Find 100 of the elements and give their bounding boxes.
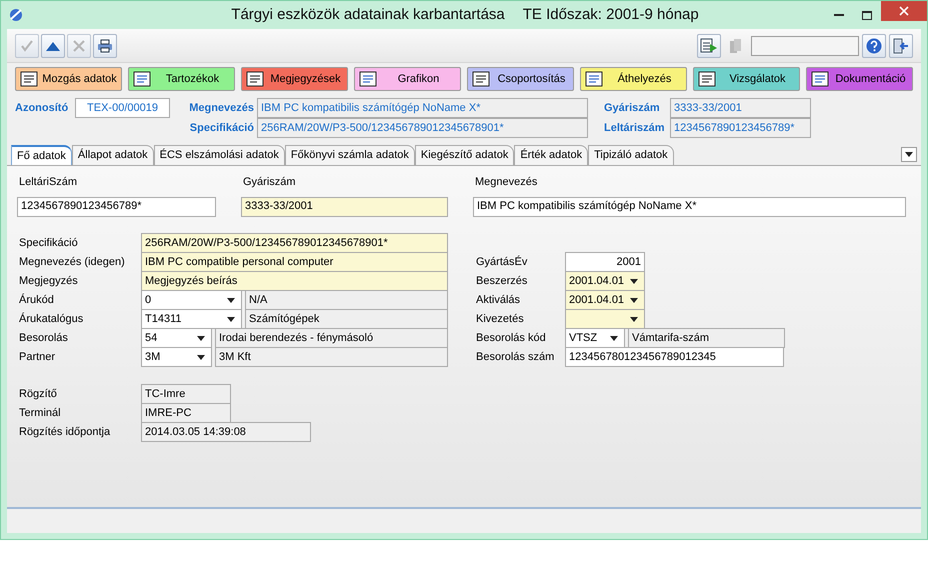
input-field[interactable]: Irodai berendezés - fénymásoló [215, 328, 448, 348]
input-field[interactable]: 2014.03.05 14:39:08 [141, 422, 311, 442]
action-button[interactable]: Áthelyezés [580, 67, 687, 91]
document-icon [472, 71, 490, 87]
document-icon [133, 71, 151, 87]
action-button[interactable]: Tartozékok [128, 67, 235, 91]
document-icon [698, 71, 716, 87]
tab[interactable]: Tipizáló adatok [588, 145, 674, 165]
field-label: LeltáriSzám [18, 175, 78, 190]
app-logo-icon [7, 7, 25, 23]
field-label: Megnevezés (idegen) [19, 254, 126, 270]
check-icon [20, 38, 34, 52]
field-label: Megnevezés [188, 100, 254, 116]
field-label: Specifikáció [19, 236, 79, 251]
input-field[interactable]: 1234567890123456789* [17, 196, 216, 216]
tab[interactable]: Érték adatok [514, 145, 588, 165]
input-field[interactable]: TC-Imre [141, 384, 231, 404]
field-label: Besorolás szám [476, 350, 556, 365]
action-button[interactable]: Mozgás adatok [15, 67, 122, 91]
tab[interactable]: Kiegészítő adatok [414, 145, 514, 165]
field-label: Besorolás kód [476, 330, 547, 346]
caret-icon [227, 316, 235, 322]
input-field[interactable]: 3333-33/2001 [241, 196, 448, 216]
action-button[interactable]: Vizsgálatok [693, 67, 800, 91]
tab-menu-button[interactable] [901, 147, 917, 162]
caret-icon [197, 354, 205, 360]
field-label: Kivezetés [476, 312, 525, 327]
dropdown-field[interactable]: 2001.04.01 [565, 290, 645, 310]
field-label: Rögzítő [19, 386, 58, 402]
input-field[interactable]: 2001 [565, 252, 645, 272]
toolbar-button[interactable] [697, 34, 721, 58]
field-label: Leltáriszám [604, 120, 666, 136]
toolbar-button[interactable] [41, 34, 65, 58]
exit-door-icon [893, 38, 909, 54]
caret-icon [630, 298, 638, 302]
caret-icon [610, 336, 618, 340]
input-field[interactable]: 123456780123456789012345 [565, 347, 784, 367]
close-icon [899, 6, 909, 16]
input-field[interactable]: 3M Kft [215, 347, 448, 367]
input-field[interactable]: Megjegyzés beírás [141, 271, 448, 291]
help-icon [866, 38, 882, 54]
field-label: Árukatalógus [19, 312, 84, 327]
field-label: Gyáriszám [604, 100, 661, 116]
display-field: 3333-33/2001 [670, 98, 811, 118]
dropdown-field[interactable]: 3M [141, 347, 212, 367]
input-field[interactable]: N/A [245, 290, 448, 310]
field-label: Gyáriszám [242, 175, 297, 190]
toolbar-button[interactable] [862, 34, 886, 58]
caret-icon [905, 152, 913, 157]
action-button[interactable]: Megjegyzések [241, 67, 348, 91]
caret-icon [630, 316, 638, 322]
action-button[interactable]: Csoportosítás [467, 67, 574, 91]
search-field[interactable] [751, 36, 859, 56]
triangle-up-icon [46, 40, 60, 50]
dropdown-field[interactable]: 54 [141, 328, 212, 348]
toolbar-button[interactable] [889, 34, 913, 58]
dropdown-field[interactable]: T14311 [141, 309, 242, 329]
document-icon [20, 71, 38, 87]
action-button[interactable]: Grafikon [354, 67, 461, 91]
table-arrow-icon [700, 38, 718, 54]
document-icon [585, 71, 603, 87]
close-icon [73, 40, 85, 52]
toolbar-button[interactable] [93, 34, 117, 58]
dropdown-field[interactable]: 2001.04.01 [565, 271, 645, 291]
field-label: Specifikáció [188, 120, 254, 136]
input-field[interactable]: Számítógépek [245, 309, 448, 329]
field-label: Aktiválás [476, 292, 522, 308]
tab[interactable]: Állapot adatok [72, 145, 154, 165]
input-field[interactable]: IBM PC kompatibilis számítógép NoName X* [473, 196, 906, 216]
field-label: Partner [19, 350, 56, 365]
input-field[interactable]: Vámtarifa-szám [628, 328, 785, 348]
field-label: Besorolás [19, 330, 69, 346]
caret-icon [197, 336, 205, 340]
field-label: Megnevezés [474, 175, 538, 190]
close-button[interactable] [881, 1, 927, 21]
document-icon [811, 71, 829, 87]
display-field: IBM PC kompatibilis számítógép NoName X* [257, 98, 588, 118]
minimize-icon [834, 14, 844, 16]
field-label: Árukód [19, 292, 55, 308]
tab[interactable]: Főkönyvi számla adatok [284, 145, 415, 165]
pages-icon [729, 38, 743, 54]
field-label: Beszerzés [476, 274, 528, 289]
tab[interactable]: ÉCS elszámolási adatok [154, 145, 285, 165]
field-label: Rögzítés időpontja [19, 424, 112, 440]
field-label: Azonosító [15, 101, 70, 116]
tab[interactable]: Fő adatok [11, 145, 72, 165]
input-field[interactable]: 256RAM/20W/P3-500/123456789012345678901* [141, 233, 448, 253]
dropdown-field[interactable]: VTSZ [565, 328, 625, 348]
action-button[interactable]: Dokumentáció [806, 67, 913, 91]
dropdown-field[interactable]: 0 [141, 290, 242, 310]
input-field[interactable]: IBM PC compatible personal computer [141, 252, 448, 272]
maximize-icon [862, 10, 872, 20]
display-field: 1234567890123456789* [670, 118, 811, 138]
document-icon [359, 71, 377, 87]
field-label: Megjegyzés [19, 274, 79, 289]
printer-icon [97, 38, 113, 52]
dropdown-field[interactable] [565, 309, 645, 329]
input-field[interactable]: IMRE-PC [141, 403, 231, 423]
caret-icon [630, 278, 638, 284]
period-text: TE Időszak: 2001-9 hónap [522, 4, 699, 25]
